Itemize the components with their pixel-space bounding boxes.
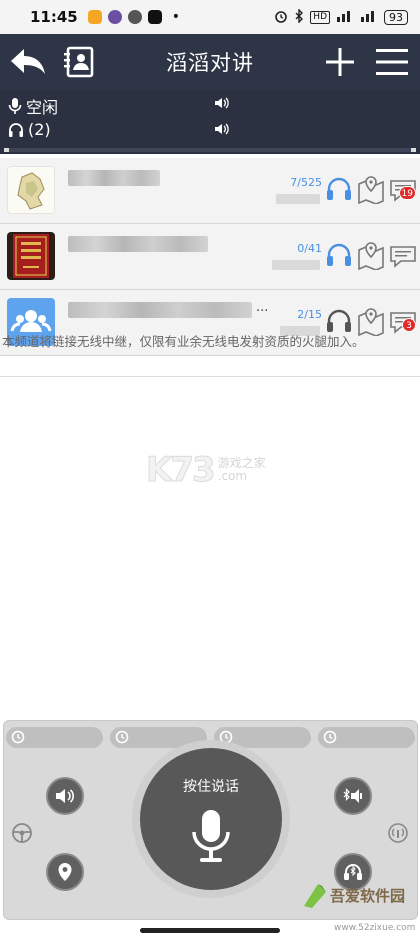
steering-wheel-button[interactable] [10, 821, 34, 845]
hd-icon: HD [310, 10, 330, 24]
channel-name-ellipsis: ... [256, 300, 269, 315]
listener-count: (2) [28, 120, 51, 139]
divider [0, 376, 420, 377]
history-slot[interactable] [318, 727, 415, 748]
chat-button[interactable] [388, 238, 418, 272]
channel-name-blurred [68, 170, 160, 186]
bluetooth-icon [294, 7, 304, 26]
channel-name-blurred [68, 236, 208, 252]
notification-tiktok-icon [147, 10, 162, 24]
watermark-line1: 游戏之家 [217, 456, 266, 470]
history-slot[interactable] [6, 727, 103, 748]
speaker-icon [215, 123, 229, 135]
channel-info-blurred [276, 194, 320, 204]
microphone-icon [8, 98, 22, 114]
push-to-talk-button[interactable]: 按住说话 [140, 748, 282, 890]
watermark-logo: K73 [146, 450, 217, 491]
contacts-button[interactable] [56, 40, 100, 84]
mic-status-text: 空闲 [26, 98, 59, 117]
radio-signal-button[interactable] [386, 821, 410, 845]
unread-badge: 19 [398, 186, 416, 200]
bluetooth-speaker-icon [343, 788, 362, 803]
push-to-talk-label: 按住说话 [183, 779, 239, 795]
signal-icon [360, 9, 378, 25]
channel-row[interactable]: 7/525 19 [0, 158, 420, 224]
battery-level: 93 [384, 9, 408, 25]
status-dot: • [171, 9, 181, 25]
talk-status-strip: 空闲 (2) [0, 90, 420, 154]
location-button[interactable] [46, 853, 84, 891]
member-count: 0/41 [297, 242, 322, 255]
channel-avatar [7, 232, 55, 280]
menu-button[interactable] [370, 40, 414, 84]
banner-avatar-icon [13, 234, 49, 278]
add-button[interactable] [318, 40, 362, 84]
brand-watermark: 吾爱软件园 [300, 880, 405, 910]
brand-url: www.52zixue.com [334, 923, 416, 933]
alarm-icon [274, 9, 288, 26]
bluetooth-headset-icon [344, 864, 362, 880]
listener-row: (2) [8, 120, 51, 139]
listen-button[interactable] [324, 172, 354, 206]
status-time: 11:45 [30, 8, 78, 26]
listen-button[interactable] [324, 238, 354, 272]
history-icon [323, 730, 337, 744]
channel-row[interactable]: 0/41 [0, 224, 420, 290]
app-bar: 滔滔对讲 [0, 34, 420, 90]
headphone-icon [327, 243, 351, 266]
gesture-nav-bar[interactable] [140, 928, 280, 933]
location-map-button[interactable] [356, 238, 386, 272]
channel-notice: 本频道将链接无线中继，仅限有业余无线电发射资质的火腿加入。 [2, 334, 365, 349]
status-bar: 11:45 • HD 93 [0, 0, 420, 34]
notification-app-icon [87, 10, 102, 24]
signal-icon [336, 9, 354, 25]
strip-scrollbar[interactable] [4, 148, 416, 152]
speaker-icon [56, 789, 75, 803]
radio-signal-icon [388, 823, 408, 843]
map-pin-icon [358, 242, 384, 270]
speaker-icon [215, 97, 229, 109]
channel-info-blurred [272, 260, 320, 270]
steering-wheel-icon [12, 823, 32, 843]
bluetooth-speaker-button[interactable] [334, 777, 372, 815]
history-icon [11, 730, 25, 744]
chat-button[interactable]: 19 [388, 172, 418, 206]
brand-logo-icon [304, 884, 326, 908]
watermark-line2: .com [217, 469, 248, 483]
microphone-icon [192, 810, 230, 862]
history-icon [115, 730, 129, 744]
member-count: 7/525 [290, 176, 322, 189]
contacts-icon [64, 46, 94, 78]
headphone-icon [9, 122, 23, 137]
brand-name: 吾爱软件园 [330, 886, 406, 905]
unread-badge: 3 [402, 318, 416, 332]
speaker-button[interactable] [46, 777, 84, 815]
location-map-button[interactable] [356, 172, 386, 206]
headphone-icon [327, 177, 351, 200]
channel-avatar [7, 166, 55, 214]
plus-icon [326, 48, 354, 76]
notification-chat-icon [127, 10, 142, 24]
channel-list: 7/525 19 0/41 ... 2/15 3 [0, 158, 420, 356]
map-pin-icon [358, 176, 384, 204]
menu-icon [376, 49, 408, 75]
channel-name-blurred [68, 302, 252, 318]
watermark: K73 游戏之家 .com [146, 450, 266, 491]
location-pin-icon [58, 863, 72, 881]
map-avatar-icon [17, 172, 45, 210]
back-arrow-icon [11, 49, 45, 74]
notification-app-icon [107, 10, 122, 24]
mic-status-row: 空闲 [8, 94, 58, 118]
chat-bubble-icon [390, 246, 416, 268]
member-count: 2/15 [297, 308, 322, 321]
back-button[interactable] [6, 40, 50, 84]
